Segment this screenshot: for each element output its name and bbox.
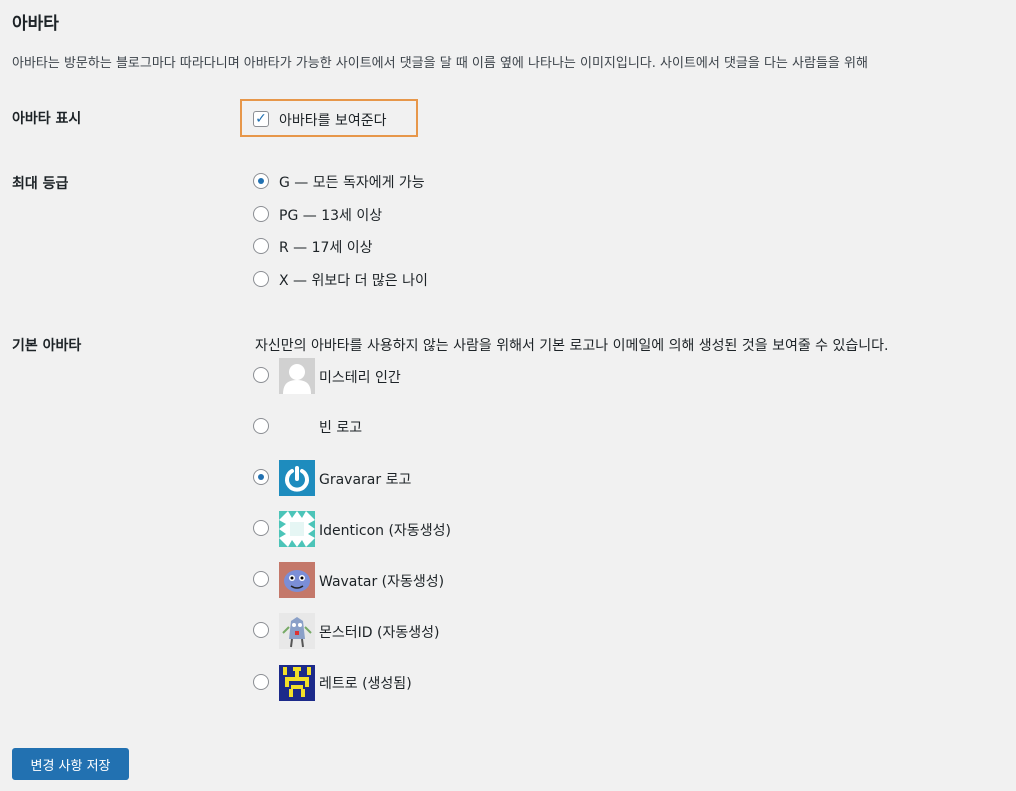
avatar-blank-label[interactable]: 빈 로고 (319, 417, 362, 437)
show-avatars-checkbox[interactable]: ✓ (253, 111, 269, 127)
avatar-identicon-label[interactable]: Identicon (자동생성) (319, 520, 451, 540)
rating-g-radio[interactable] (253, 173, 269, 189)
avatar-retro-label[interactable]: 레트로 (생성됨) (319, 673, 412, 693)
avatar-wavatar-radio[interactable] (253, 571, 269, 587)
avatar-identicon-radio[interactable] (253, 520, 269, 536)
rating-pg-label[interactable]: PG — 13세 이상 (279, 205, 382, 225)
gravatar-logo-icon (279, 460, 315, 496)
max-rating-label: 최대 등급 (12, 176, 69, 192)
blank-icon (279, 409, 315, 445)
avatar-mystery-label[interactable]: 미스테리 인간 (319, 367, 401, 387)
rating-pg-radio[interactable] (253, 206, 269, 222)
avatar-gravatar-label[interactable]: Gravarar 로고 (319, 469, 411, 489)
rating-x-label[interactable]: X — 위보다 더 많은 나이 (279, 270, 428, 290)
mystery-person-icon (279, 358, 315, 394)
avatar-monsterid-label[interactable]: 몬스터ID (자동생성) (319, 622, 439, 642)
avatar-mystery-radio[interactable] (253, 367, 269, 383)
show-avatars-label: 아바타 표시 (12, 111, 82, 127)
rating-g-label[interactable]: G — 모든 독자에게 가능 (279, 172, 425, 192)
default-avatar-label: 기본 아바타 (12, 338, 82, 354)
identicon-icon (279, 511, 315, 547)
avatar-retro-radio[interactable] (253, 674, 269, 690)
rating-r-label[interactable]: R — 17세 이상 (279, 237, 373, 257)
avatar-monsterid-radio[interactable] (253, 622, 269, 638)
avatar-wavatar-label[interactable]: Wavatar (자동생성) (319, 571, 444, 591)
monsterid-icon (279, 613, 315, 649)
rating-x-radio[interactable] (253, 271, 269, 287)
save-changes-button[interactable]: 변경 사항 저장 (12, 748, 129, 780)
avatar-blank-radio[interactable] (253, 418, 269, 434)
section-title: 아바타 (12, 14, 59, 34)
wavatar-icon (279, 562, 315, 598)
section-description: 아바타는 방문하는 블로그마다 따라다니며 아바타가 가능한 사이트에서 댓글을… (12, 56, 868, 71)
avatar-gravatar-radio[interactable] (253, 469, 269, 485)
show-avatars-checkbox-label[interactable]: 아바타를 보여준다 (279, 110, 387, 130)
rating-r-radio[interactable] (253, 238, 269, 254)
retro-icon (279, 665, 315, 701)
default-avatar-description: 자신만의 아바타를 사용하지 않는 사람을 위해서 기본 로고나 이메일에 의해… (255, 338, 889, 354)
